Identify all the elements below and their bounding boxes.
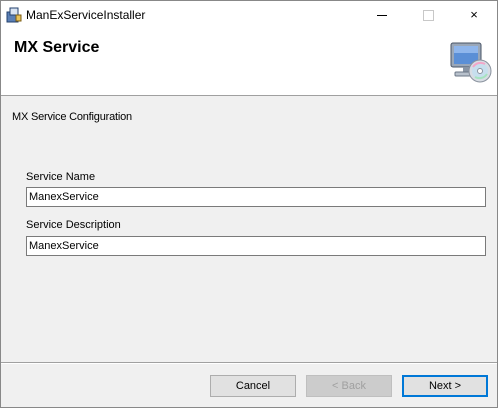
header-banner: MX Service bbox=[1, 29, 497, 96]
back-button[interactable]: < Back bbox=[306, 375, 392, 397]
service-description-label: Service Description bbox=[26, 219, 121, 231]
computer-cd-icon bbox=[450, 42, 492, 83]
footer-divider bbox=[1, 362, 497, 364]
title-bar: ManExServiceInstaller × bbox=[1, 1, 497, 29]
service-description-input[interactable] bbox=[26, 236, 486, 256]
installer-window: ManExServiceInstaller × MX Service MX Se… bbox=[0, 0, 498, 408]
next-button[interactable]: Next > bbox=[402, 375, 488, 397]
cancel-button[interactable]: Cancel bbox=[210, 375, 296, 397]
close-button[interactable]: × bbox=[451, 1, 497, 29]
minimize-icon bbox=[377, 15, 387, 17]
page-title: MX Service bbox=[14, 39, 100, 56]
maximize-icon bbox=[422, 10, 434, 22]
section-heading: MX Service Configuration bbox=[12, 111, 132, 123]
service-name-label: Service Name bbox=[26, 171, 96, 183]
maximize-button[interactable] bbox=[405, 1, 451, 29]
window-title: ManExServiceInstaller bbox=[26, 8, 146, 22]
minimize-button[interactable] bbox=[359, 1, 405, 29]
service-name-input[interactable] bbox=[26, 187, 486, 207]
installer-app-icon bbox=[6, 7, 22, 23]
